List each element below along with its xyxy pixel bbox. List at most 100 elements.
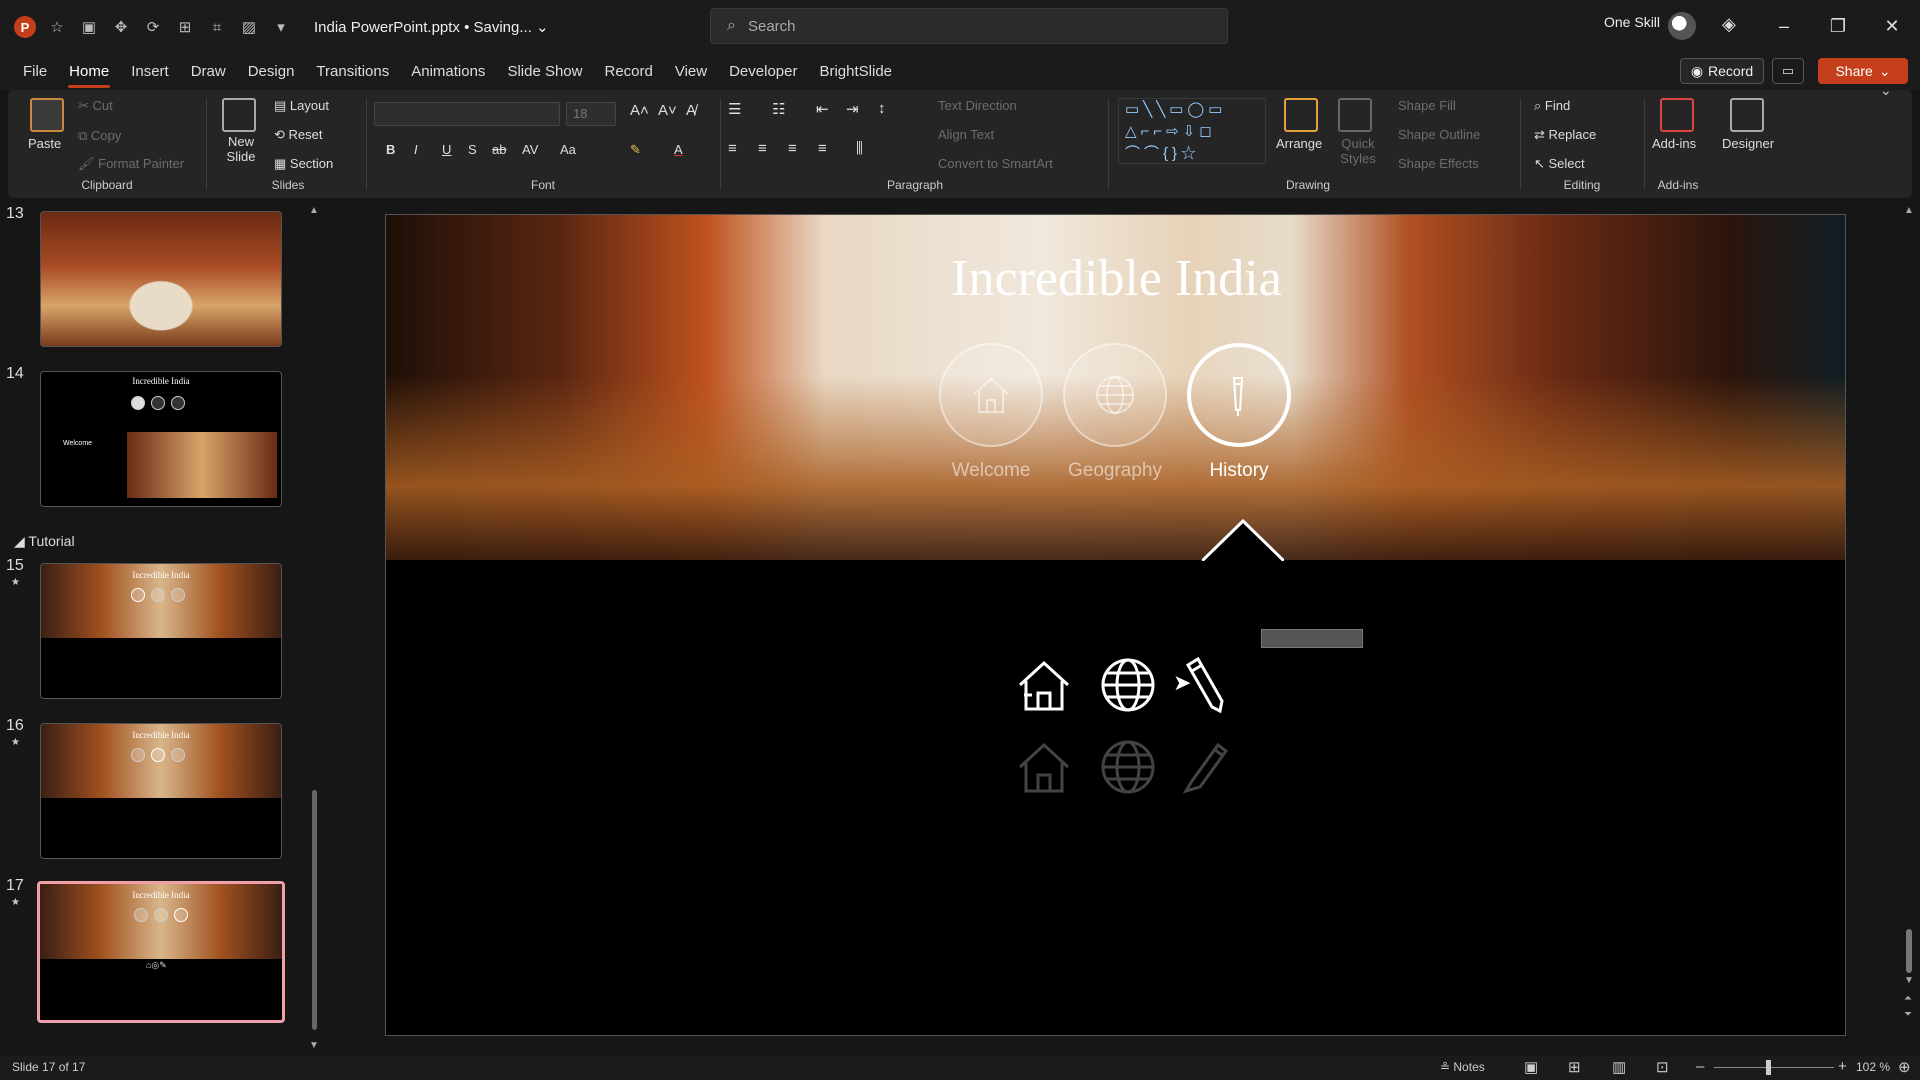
minimize-button[interactable]: – <box>1764 12 1804 40</box>
thumbnail-scroll-thumb[interactable] <box>312 790 317 1030</box>
zoom-slider-knob[interactable] <box>1766 1060 1771 1075</box>
tab-slide-show[interactable]: Slide Show <box>496 54 593 90</box>
placeholder-shape[interactable] <box>1261 629 1363 648</box>
tab-developer[interactable]: Developer <box>718 54 808 90</box>
next-slide-icon[interactable]: ⏷ <box>1904 1009 1912 1020</box>
thumb-circle <box>151 588 165 602</box>
thumb-circle <box>171 588 185 602</box>
slide-thumbnail-13[interactable] <box>40 211 282 347</box>
tab-design[interactable]: Design <box>237 54 306 90</box>
notes-button[interactable]: ≗ Notes <box>1440 1060 1485 1074</box>
scroll-up-icon[interactable]: ▲ <box>1904 205 1914 216</box>
quick-styles-icon[interactable] <box>1338 98 1372 132</box>
designer-icon[interactable] <box>1730 98 1764 132</box>
slide-thumbnail-16[interactable]: Incredible India <box>40 723 282 859</box>
customize-dropdown-icon[interactable]: ▾ <box>270 16 292 38</box>
share-button[interactable]: Share ⌄ <box>1818 58 1908 84</box>
record-button[interactable]: ◉ Record <box>1680 58 1764 84</box>
align-icon[interactable]: ⊞ <box>174 16 196 38</box>
tab-record[interactable]: Record <box>593 54 663 90</box>
designer-button[interactable]: Designer <box>1722 136 1774 151</box>
globe-icon[interactable] <box>1098 655 1158 715</box>
avatar[interactable] <box>1668 12 1696 40</box>
shapes-gallery[interactable]: ▭╲╲▭◯▭ △⌐⌐⇨⇩◻ ⌒⌒{}☆ <box>1118 98 1266 164</box>
normal-view-icon[interactable]: ▣ <box>1524 1058 1538 1076</box>
nav-circle-geography[interactable] <box>1063 343 1167 447</box>
find-label: Find <box>1544 98 1571 113</box>
tab-home[interactable]: Home <box>58 54 120 90</box>
animation-star-icon: ★ <box>11 577 20 588</box>
globe-icon-faded[interactable] <box>1098 737 1158 797</box>
tab-transitions[interactable]: Transitions <box>305 54 400 90</box>
tab-brightslide[interactable]: BrightSlide <box>808 54 903 90</box>
comments-button[interactable]: ▭ <box>1772 58 1804 84</box>
scroll-up-icon[interactable]: ▲ <box>309 205 319 216</box>
fit-to-window-icon[interactable]: ⊕ <box>1898 1058 1911 1076</box>
tab-view[interactable]: View <box>664 54 718 90</box>
shape-outline-button[interactable]: Shape Outline <box>1398 127 1480 142</box>
home-icon-faded[interactable] <box>1014 737 1074 797</box>
tab-draw[interactable]: Draw <box>180 54 237 90</box>
rotate-icon[interactable]: ⟳ <box>142 16 164 38</box>
arrange-button[interactable]: Arrange <box>1276 136 1322 151</box>
zoom-in-icon[interactable]: + <box>1838 1058 1847 1075</box>
find-button[interactable]: ⌕ Find <box>1534 98 1570 114</box>
arrange-icon[interactable] <box>1284 98 1318 132</box>
slideshow-icon[interactable]: ⊡ <box>1656 1058 1669 1076</box>
slide-thumbnail-17[interactable]: Incredible India ⌂◎✎ <box>37 881 285 1023</box>
zoom-slider[interactable] <box>1714 1067 1834 1068</box>
document-title[interactable]: India PowerPoint.pptx • Saving... ⌄ <box>314 18 549 36</box>
shape-effects-button[interactable]: Shape Effects <box>1398 156 1479 171</box>
section-header[interactable]: ◢ Tutorial <box>14 533 75 550</box>
search-box[interactable]: ⌕ Search <box>710 8 1228 44</box>
slide-thumbnail-15[interactable]: Incredible India <box>40 563 282 699</box>
crop-icon[interactable]: ⌗ <box>206 16 228 38</box>
tab-animations[interactable]: Animations <box>400 54 496 90</box>
home-icon[interactable] <box>1014 655 1074 715</box>
search-icon: ⌕ <box>727 17 736 34</box>
notes-icon: ≗ <box>1440 1060 1454 1074</box>
replace-button[interactable]: ⇄ Replace <box>1534 127 1596 143</box>
select-button[interactable]: ↖ Select <box>1534 156 1585 172</box>
editor-scrollbar[interactable]: ▲ ▼ ⏶ ⏷ <box>1900 205 1918 1030</box>
slide-number: 17 <box>6 877 24 894</box>
star-icon[interactable]: ☆ <box>46 16 68 38</box>
thumb-title: Incredible India <box>132 376 190 386</box>
reading-view-icon[interactable]: ▥ <box>1612 1058 1626 1076</box>
shape-fill-button[interactable]: Shape Fill <box>1398 98 1456 113</box>
slide-thumbnail-14[interactable]: Incredible India Welcome <box>40 371 282 507</box>
nav-circle-history[interactable] <box>1187 343 1291 447</box>
scroll-down-icon[interactable]: ▼ <box>1904 975 1914 986</box>
zoom-out-icon[interactable]: – <box>1696 1058 1704 1075</box>
notes-label: Notes <box>1453 1060 1485 1074</box>
user-name[interactable]: One Skill <box>1604 14 1660 30</box>
addins-button[interactable]: Add-ins <box>1652 136 1696 151</box>
picture-icon[interactable]: ▣ <box>78 16 100 38</box>
slide-sorter-icon[interactable]: ⊞ <box>1568 1058 1581 1076</box>
slide-title[interactable]: Incredible India <box>386 249 1845 308</box>
image-icon[interactable]: ▨ <box>238 16 260 38</box>
pencil-icon-faded[interactable] <box>1178 737 1228 797</box>
divider <box>1520 98 1521 190</box>
nav-circle-welcome[interactable] <box>939 343 1043 447</box>
zoom-level[interactable]: 102 % <box>1856 1060 1890 1074</box>
restore-button[interactable]: ❐ <box>1818 12 1858 40</box>
thumb-circle <box>151 748 165 762</box>
collapse-ribbon-icon[interactable]: ⌄ <box>1880 82 1892 99</box>
scroll-down-icon[interactable]: ▼ <box>309 1040 319 1051</box>
slide-counter: Slide 17 of 17 <box>12 1060 86 1074</box>
addins-icon[interactable] <box>1660 98 1694 132</box>
ribbon: Paste ✂ Cut ⧉ Copy 🖌 Format Painter Clip… <box>8 90 1912 198</box>
quick-styles-button[interactable]: Quick Styles <box>1338 136 1378 166</box>
ribbon-tabs: File Home Insert Draw Design Transitions… <box>0 54 1920 90</box>
previous-slide-icon[interactable]: ⏶ <box>1904 993 1912 1004</box>
tab-file[interactable]: File <box>12 54 58 90</box>
editor-scroll-thumb[interactable] <box>1906 929 1912 973</box>
slide-canvas[interactable]: Incredible India Welcome Geography Histo… <box>385 214 1846 1036</box>
editing-group: ⌕ Find ⇄ Replace ↖ Select Editing <box>1522 90 1642 198</box>
drawing-label: Drawing <box>1285 178 1330 192</box>
tab-insert[interactable]: Insert <box>120 54 180 90</box>
move-icon[interactable]: ✥ <box>110 16 132 38</box>
close-button[interactable]: ✕ <box>1872 12 1912 40</box>
diamond-icon[interactable]: ◈ <box>1722 14 1736 35</box>
